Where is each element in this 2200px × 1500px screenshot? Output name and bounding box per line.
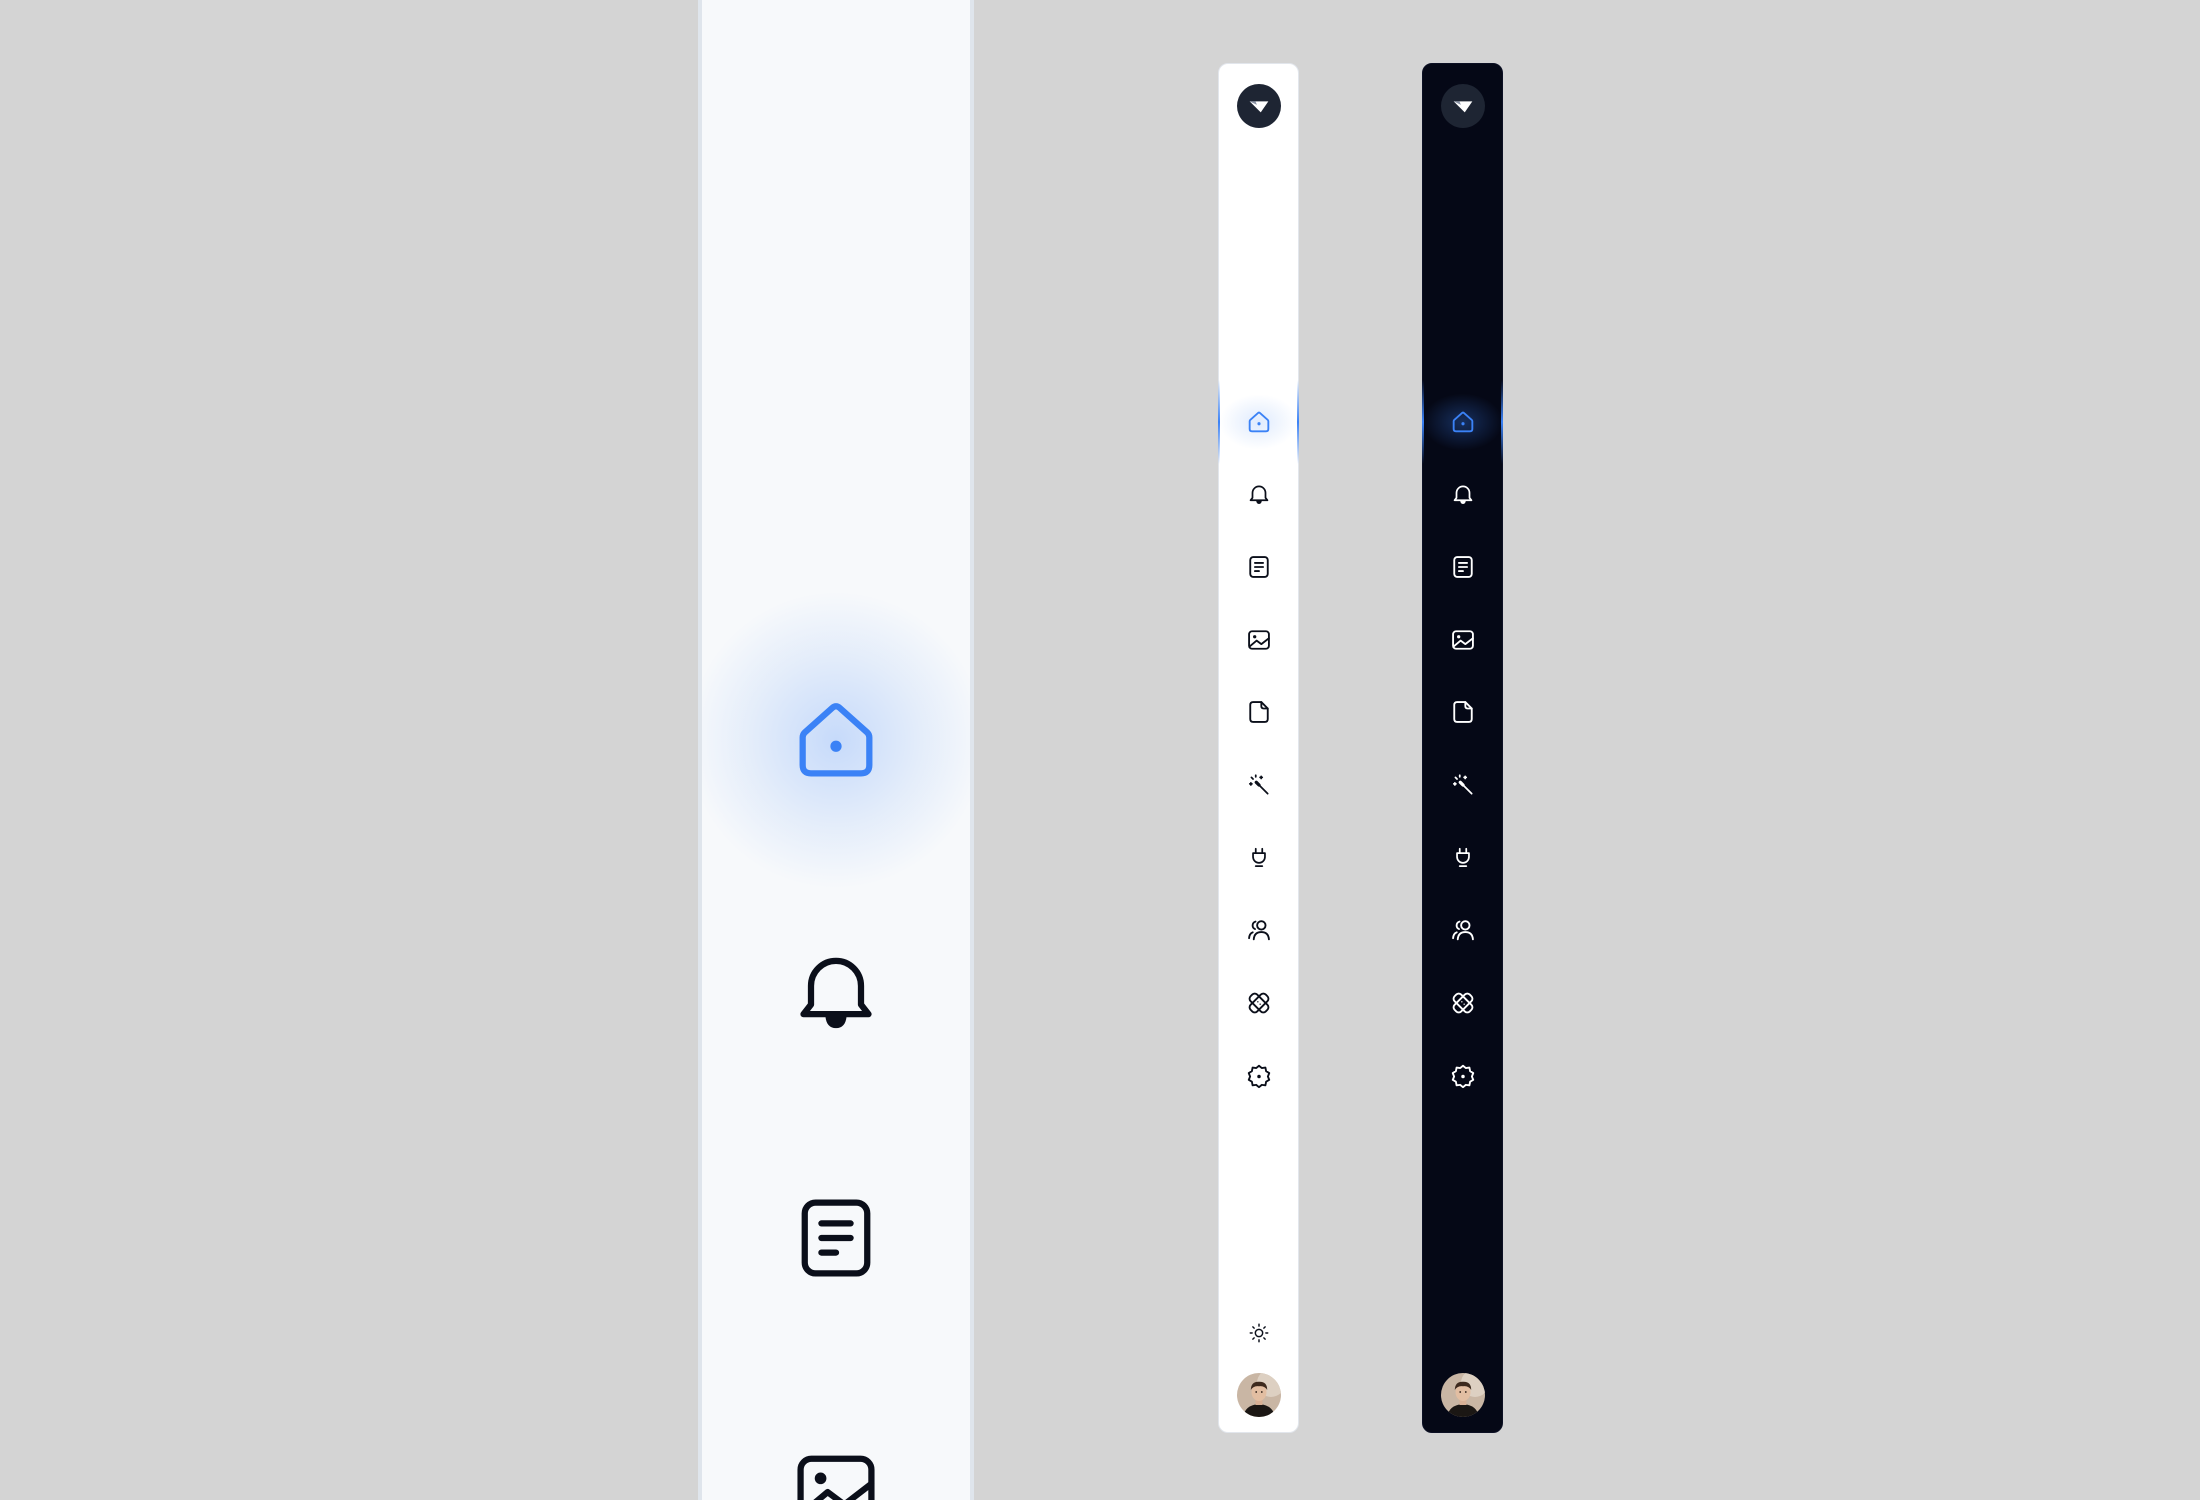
sidebar-dark xyxy=(1422,63,1503,1433)
nav-item-magic[interactable] xyxy=(1423,757,1502,813)
nav-item-images[interactable] xyxy=(1423,612,1502,668)
document-icon xyxy=(1245,553,1273,581)
nav-item-integrations[interactable] xyxy=(1219,830,1298,886)
nav-item-home[interactable] xyxy=(1422,380,1503,464)
nav-item-users[interactable] xyxy=(1423,902,1502,958)
nav-item-images[interactable] xyxy=(1219,612,1298,668)
bell-icon[interactable] xyxy=(786,940,886,1040)
nav-item-documents[interactable] xyxy=(1423,539,1502,595)
sun-icon xyxy=(1248,1322,1270,1344)
magic-wand-icon xyxy=(1450,772,1476,798)
bell-icon xyxy=(1246,481,1272,507)
nav-item-documents[interactable] xyxy=(1219,539,1298,595)
plug-icon xyxy=(1246,845,1272,871)
sidebar-light xyxy=(1218,63,1299,1433)
nav-item-files[interactable] xyxy=(1219,684,1298,740)
nav-item-files[interactable] xyxy=(1423,684,1502,740)
home-icon[interactable] xyxy=(786,690,886,790)
plug-icon xyxy=(1450,845,1476,871)
nav-item-notifications[interactable] xyxy=(1423,466,1502,522)
avatar[interactable] xyxy=(1237,1373,1281,1417)
theme-toggle-button[interactable] xyxy=(1244,1318,1274,1348)
nav-item-users[interactable] xyxy=(1219,902,1298,958)
image-icon xyxy=(1449,626,1477,654)
zoom-preview-panel xyxy=(698,0,974,1500)
nav-item-health[interactable] xyxy=(1423,975,1502,1031)
bandage-icon xyxy=(1245,989,1273,1017)
file-icon xyxy=(1449,698,1477,726)
image-icon xyxy=(1245,626,1273,654)
nav-item-home[interactable] xyxy=(1218,380,1299,464)
active-indicator-right xyxy=(970,595,974,885)
logo-icon[interactable] xyxy=(1440,84,1485,128)
image-icon[interactable] xyxy=(786,1440,886,1500)
avatar[interactable] xyxy=(1441,1373,1485,1417)
nav-item-notifications[interactable] xyxy=(1219,466,1298,522)
bell-icon xyxy=(1450,481,1476,507)
nav-item-settings[interactable] xyxy=(1423,1048,1502,1104)
nav-item-magic[interactable] xyxy=(1219,757,1298,813)
settings-icon xyxy=(1245,1062,1273,1090)
bandage-icon xyxy=(1449,989,1477,1017)
home-icon xyxy=(1245,408,1273,436)
logo-icon[interactable] xyxy=(1236,84,1281,128)
home-icon xyxy=(1449,408,1477,436)
nav-item-health[interactable] xyxy=(1219,975,1298,1031)
users-icon xyxy=(1245,916,1273,944)
nav-item-integrations[interactable] xyxy=(1423,830,1502,886)
document-icon xyxy=(1449,553,1477,581)
document-icon[interactable] xyxy=(786,1188,886,1288)
nav-item-settings[interactable] xyxy=(1219,1048,1298,1104)
magic-wand-icon xyxy=(1246,772,1272,798)
file-icon xyxy=(1245,698,1273,726)
users-icon xyxy=(1449,916,1477,944)
settings-icon xyxy=(1449,1062,1477,1090)
